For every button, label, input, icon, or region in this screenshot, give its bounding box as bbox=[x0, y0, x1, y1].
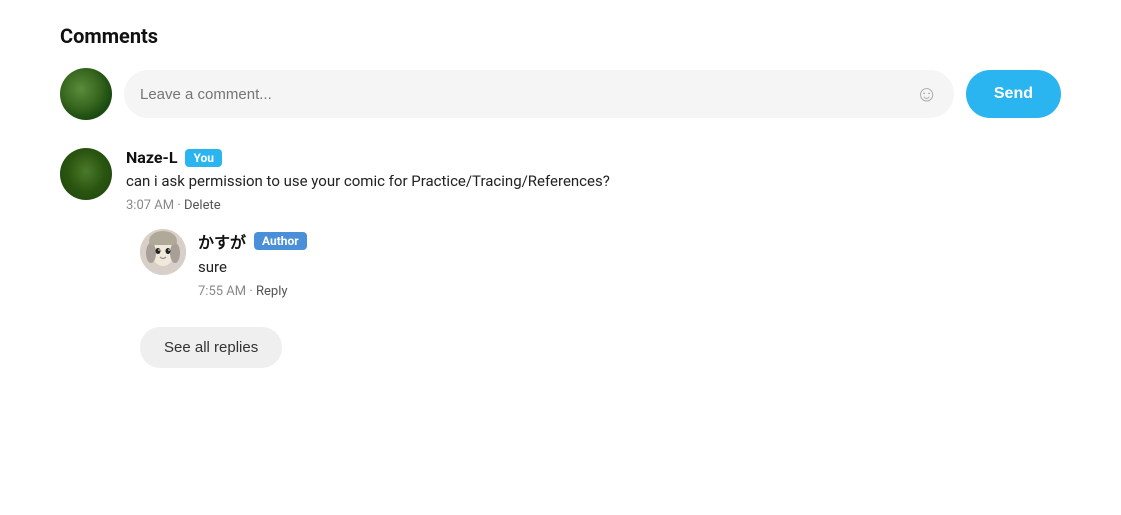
reply-text: sure bbox=[198, 257, 1061, 278]
reply-header: かすが Author bbox=[198, 229, 1061, 253]
comment-meta-separator: · bbox=[177, 198, 184, 213]
reply-link[interactable]: Reply bbox=[256, 284, 288, 299]
comment-item: Naze-L You can i ask permission to use y… bbox=[60, 148, 1061, 368]
reply-meta: 7:55 AM · Reply bbox=[198, 284, 1061, 299]
you-badge: You bbox=[185, 149, 222, 167]
comment-input-row: ☺ Send bbox=[60, 68, 1061, 120]
comment-body: Naze-L You can i ask permission to use y… bbox=[126, 148, 1061, 368]
reply-author-avatar bbox=[140, 229, 186, 275]
author-badge: Author bbox=[254, 232, 307, 250]
commenter-avatar bbox=[60, 148, 112, 200]
reply-item: かすが Author sure 7:55 AM · Reply bbox=[140, 229, 1061, 299]
reply-timestamp: 7:55 AM bbox=[198, 284, 246, 299]
comment-text: can i ask permission to use your comic f… bbox=[126, 171, 1061, 192]
current-user-avatar bbox=[60, 68, 112, 120]
comment-header: Naze-L You bbox=[126, 148, 1061, 167]
reply-body: かすが Author sure 7:55 AM · Reply bbox=[198, 229, 1061, 299]
comment-input[interactable] bbox=[140, 86, 907, 103]
comment-input-wrapper: ☺ bbox=[124, 70, 954, 118]
delete-link[interactable]: Delete bbox=[184, 198, 221, 213]
comment-timestamp: 3:07 AM bbox=[126, 198, 174, 213]
reply-author-name: かすが bbox=[198, 229, 246, 253]
comment-meta: 3:07 AM · Delete bbox=[126, 198, 1061, 213]
commenter-name: Naze-L bbox=[126, 148, 177, 167]
comments-heading: Comments bbox=[60, 24, 1061, 48]
see-all-replies-button[interactable]: See all replies bbox=[140, 327, 282, 368]
kasuga-avatar-svg bbox=[140, 229, 186, 275]
send-button[interactable]: Send bbox=[966, 70, 1061, 118]
emoji-icon[interactable]: ☺ bbox=[915, 81, 937, 107]
reply-meta-separator: · bbox=[249, 284, 256, 299]
replies-section: かすが Author sure 7:55 AM · Reply bbox=[140, 229, 1061, 299]
